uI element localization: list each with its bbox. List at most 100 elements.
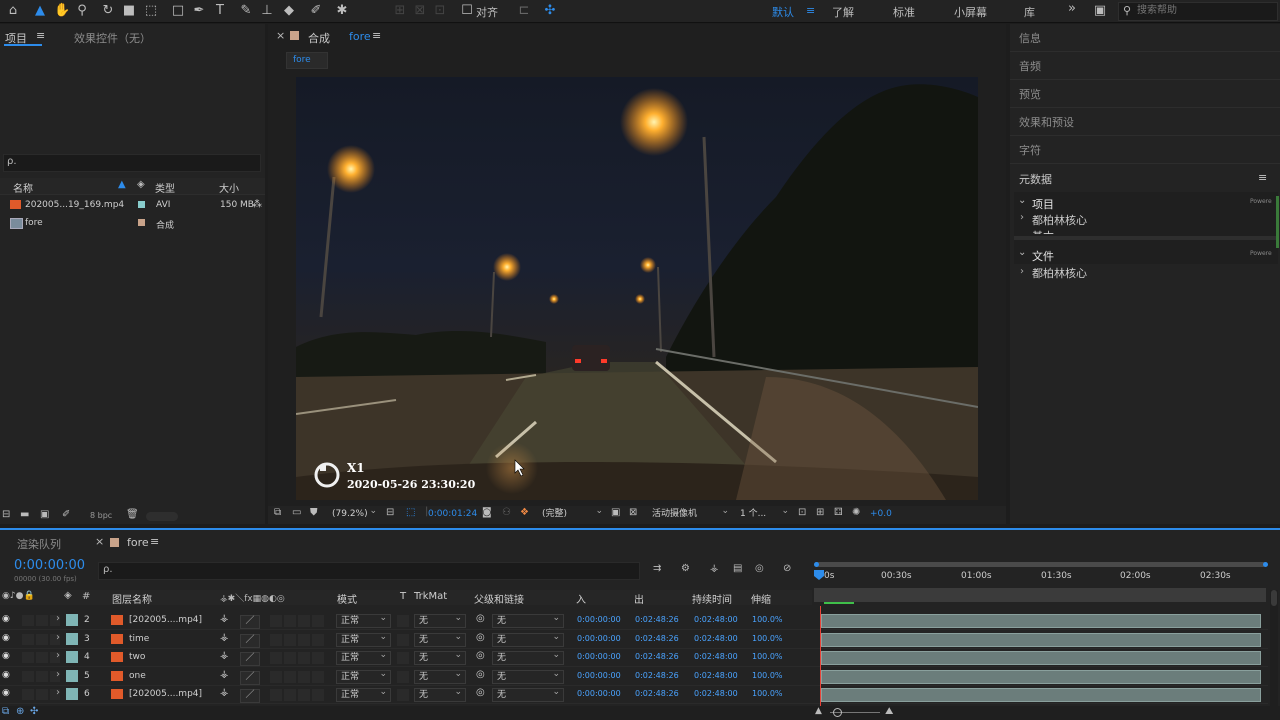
col-duration[interactable]: 持续时间 bbox=[692, 591, 732, 606]
frame-blending-icon[interactable]: ▤ bbox=[733, 563, 742, 574]
comp-menu-icon[interactable]: ≡ bbox=[372, 29, 381, 42]
out-point[interactable]: 0:02:48:26 bbox=[635, 634, 679, 643]
in-point[interactable]: 0:00:00:00 bbox=[577, 652, 621, 661]
motion-blur-switch[interactable] bbox=[298, 670, 310, 683]
flowchart-icon[interactable]: ✐ bbox=[62, 509, 70, 520]
workspace-menu-icon[interactable]: ≡ bbox=[806, 4, 815, 17]
fx-switch[interactable] bbox=[270, 633, 282, 646]
frame-blend-switch[interactable] bbox=[284, 615, 296, 627]
preserve-transparency-switch[interactable] bbox=[397, 633, 409, 646]
chevron-right-icon[interactable]: › bbox=[56, 669, 60, 680]
audio-switch[interactable] bbox=[22, 670, 34, 682]
metadata-title[interactable]: 元数据 bbox=[1019, 171, 1052, 187]
new-composition-icon[interactable]: ▣ bbox=[40, 509, 49, 520]
camera-tool-icon[interactable]: ■ bbox=[121, 3, 137, 19]
pick-whip-icon[interactable]: ◎ bbox=[476, 613, 485, 624]
quality-switch[interactable]: ／ bbox=[240, 615, 260, 629]
sort-up-icon[interactable]: ▲ bbox=[118, 179, 126, 190]
layer-name[interactable]: time bbox=[129, 634, 209, 644]
col-type[interactable]: 类型 bbox=[155, 180, 175, 195]
out-point[interactable]: 0:02:48:26 bbox=[635, 615, 679, 624]
eye-icon[interactable]: ◉ bbox=[2, 651, 10, 661]
tab-render-queue[interactable]: 渲染队列 bbox=[17, 536, 61, 552]
exposure-value[interactable]: +0.0 bbox=[870, 509, 892, 519]
col-stretch[interactable]: 伸缩 bbox=[751, 591, 771, 606]
mode-dropdown[interactable]: 正常 bbox=[336, 668, 391, 684]
project-menu-icon[interactable]: ≡ bbox=[36, 29, 45, 42]
timeline-zoom-thumb[interactable] bbox=[833, 708, 842, 717]
col-out[interactable]: 出 bbox=[634, 591, 644, 606]
breadcrumb[interactable]: fore bbox=[286, 52, 328, 69]
motion-blur-switch[interactable] bbox=[298, 633, 310, 646]
timeline-menu-icon[interactable]: ≡ bbox=[150, 535, 159, 548]
chevron-down-icon[interactable]: ⌄ bbox=[1018, 247, 1026, 258]
trkmat-dropdown[interactable]: 无 bbox=[414, 668, 466, 684]
layer-row[interactable]: ◉ › 4 two ⚶ ／ 正常 无 ◎ 无 0:00:00:00 0:02:4… bbox=[0, 649, 1268, 667]
3d-renderer-icon[interactable]: ⊞ bbox=[816, 507, 824, 518]
tab-timeline-fore[interactable]: fore bbox=[127, 536, 149, 549]
panel-character[interactable]: 字符 bbox=[1010, 136, 1280, 164]
toggle-inout-icon[interactable]: ✣ bbox=[30, 706, 38, 717]
toggle-switches-icon[interactable]: ⧉ bbox=[2, 706, 9, 717]
audio-switch[interactable] bbox=[22, 615, 34, 626]
layer-name[interactable]: two bbox=[129, 652, 209, 662]
close-icon[interactable]: × bbox=[95, 535, 104, 548]
mode-dropdown[interactable]: 正常 bbox=[336, 686, 391, 702]
trkmat-dropdown[interactable]: 无 bbox=[414, 686, 466, 702]
show-snapshot-icon[interactable]: ⚇ bbox=[502, 507, 511, 518]
layer-name[interactable]: [202005....mp4] bbox=[129, 615, 209, 625]
out-point[interactable]: 0:02:48:26 bbox=[635, 689, 679, 698]
solo-switch[interactable] bbox=[36, 633, 48, 645]
panel-info[interactable]: 信息 bbox=[1010, 24, 1280, 52]
tab-composition-label[interactable]: 合成 bbox=[308, 30, 330, 46]
quality-switch[interactable]: ／ bbox=[240, 670, 260, 685]
workspace-more[interactable]: » bbox=[1068, 1, 1076, 16]
solo-switch[interactable] bbox=[36, 615, 48, 626]
panel-info-label[interactable]: 信息 bbox=[1019, 30, 1041, 46]
breadcrumb-item[interactable]: fore bbox=[293, 55, 311, 65]
fx-switch[interactable] bbox=[270, 652, 282, 664]
metadata-dublin-core[interactable]: 都柏林核心 bbox=[1032, 212, 1087, 228]
panel-audio[interactable]: 音频 bbox=[1010, 52, 1280, 80]
panel-audio-label[interactable]: 音频 bbox=[1019, 58, 1041, 74]
work-area-end[interactable] bbox=[1263, 562, 1268, 567]
in-point[interactable]: 0:00:00:00 bbox=[577, 671, 621, 680]
duration[interactable]: 0:02:48:00 bbox=[694, 652, 738, 661]
shy-layers-icon[interactable]: ⚶ bbox=[710, 563, 719, 574]
stretch[interactable]: 100.0% bbox=[752, 634, 783, 643]
layer-duration-bar[interactable] bbox=[821, 632, 1261, 647]
mode-dropdown[interactable]: 正常 bbox=[336, 612, 391, 628]
panel-preview[interactable]: 预览 bbox=[1010, 80, 1280, 108]
zoom-out-icon[interactable]: ▲ bbox=[815, 706, 822, 716]
panel-character-label[interactable]: 字符 bbox=[1019, 142, 1041, 158]
preview-icon[interactable]: ⧉ bbox=[274, 507, 281, 518]
toggle-modes-icon[interactable]: ⊕ bbox=[16, 706, 24, 717]
eye-icon[interactable]: ◉ bbox=[2, 670, 10, 680]
help-search-input[interactable] bbox=[1137, 4, 1272, 17]
time-ruler[interactable]: 0s 00:30s 01:00s 01:30s 02:00s 02:30s bbox=[812, 560, 1268, 606]
camera-dropdown[interactable]: 活动摄像机 bbox=[648, 505, 732, 522]
eye-icon[interactable]: ◉ bbox=[2, 633, 10, 643]
label-color-swatch[interactable] bbox=[66, 632, 78, 645]
3d-switch[interactable] bbox=[312, 633, 324, 646]
project-search-input[interactable]: ρ. bbox=[7, 156, 17, 167]
shy-icon[interactable]: ⚶ bbox=[220, 632, 229, 643]
interpret-footage-icon[interactable]: ⊟ bbox=[2, 509, 10, 520]
fast-preview-icon[interactable]: ⊠ bbox=[629, 507, 637, 518]
parent-dropdown[interactable]: 无 bbox=[492, 612, 564, 628]
scroll-indicator[interactable] bbox=[1276, 196, 1279, 248]
audio-switch[interactable] bbox=[22, 689, 34, 700]
shy-icon[interactable]: ⚶ bbox=[220, 669, 229, 680]
trkmat-dropdown[interactable]: 无 bbox=[414, 631, 466, 647]
current-time[interactable]: 0:00:01:24 bbox=[428, 509, 477, 519]
metadata-group-file[interactable]: 文件 bbox=[1032, 248, 1054, 264]
shy-icon[interactable]: ⚶ bbox=[220, 613, 229, 624]
color-channel-icon[interactable]: ❖ bbox=[520, 507, 529, 518]
col-t[interactable]: T bbox=[400, 591, 406, 602]
hand-tool-icon[interactable]: ✋ bbox=[54, 3, 70, 19]
pick-whip-icon[interactable]: ◎ bbox=[476, 632, 485, 643]
stretch[interactable]: 100.0% bbox=[752, 615, 783, 624]
timeline-search-input[interactable]: ρ. bbox=[103, 564, 113, 575]
stretch[interactable]: 100.0% bbox=[752, 652, 783, 661]
duration[interactable]: 0:02:48:00 bbox=[694, 634, 738, 643]
